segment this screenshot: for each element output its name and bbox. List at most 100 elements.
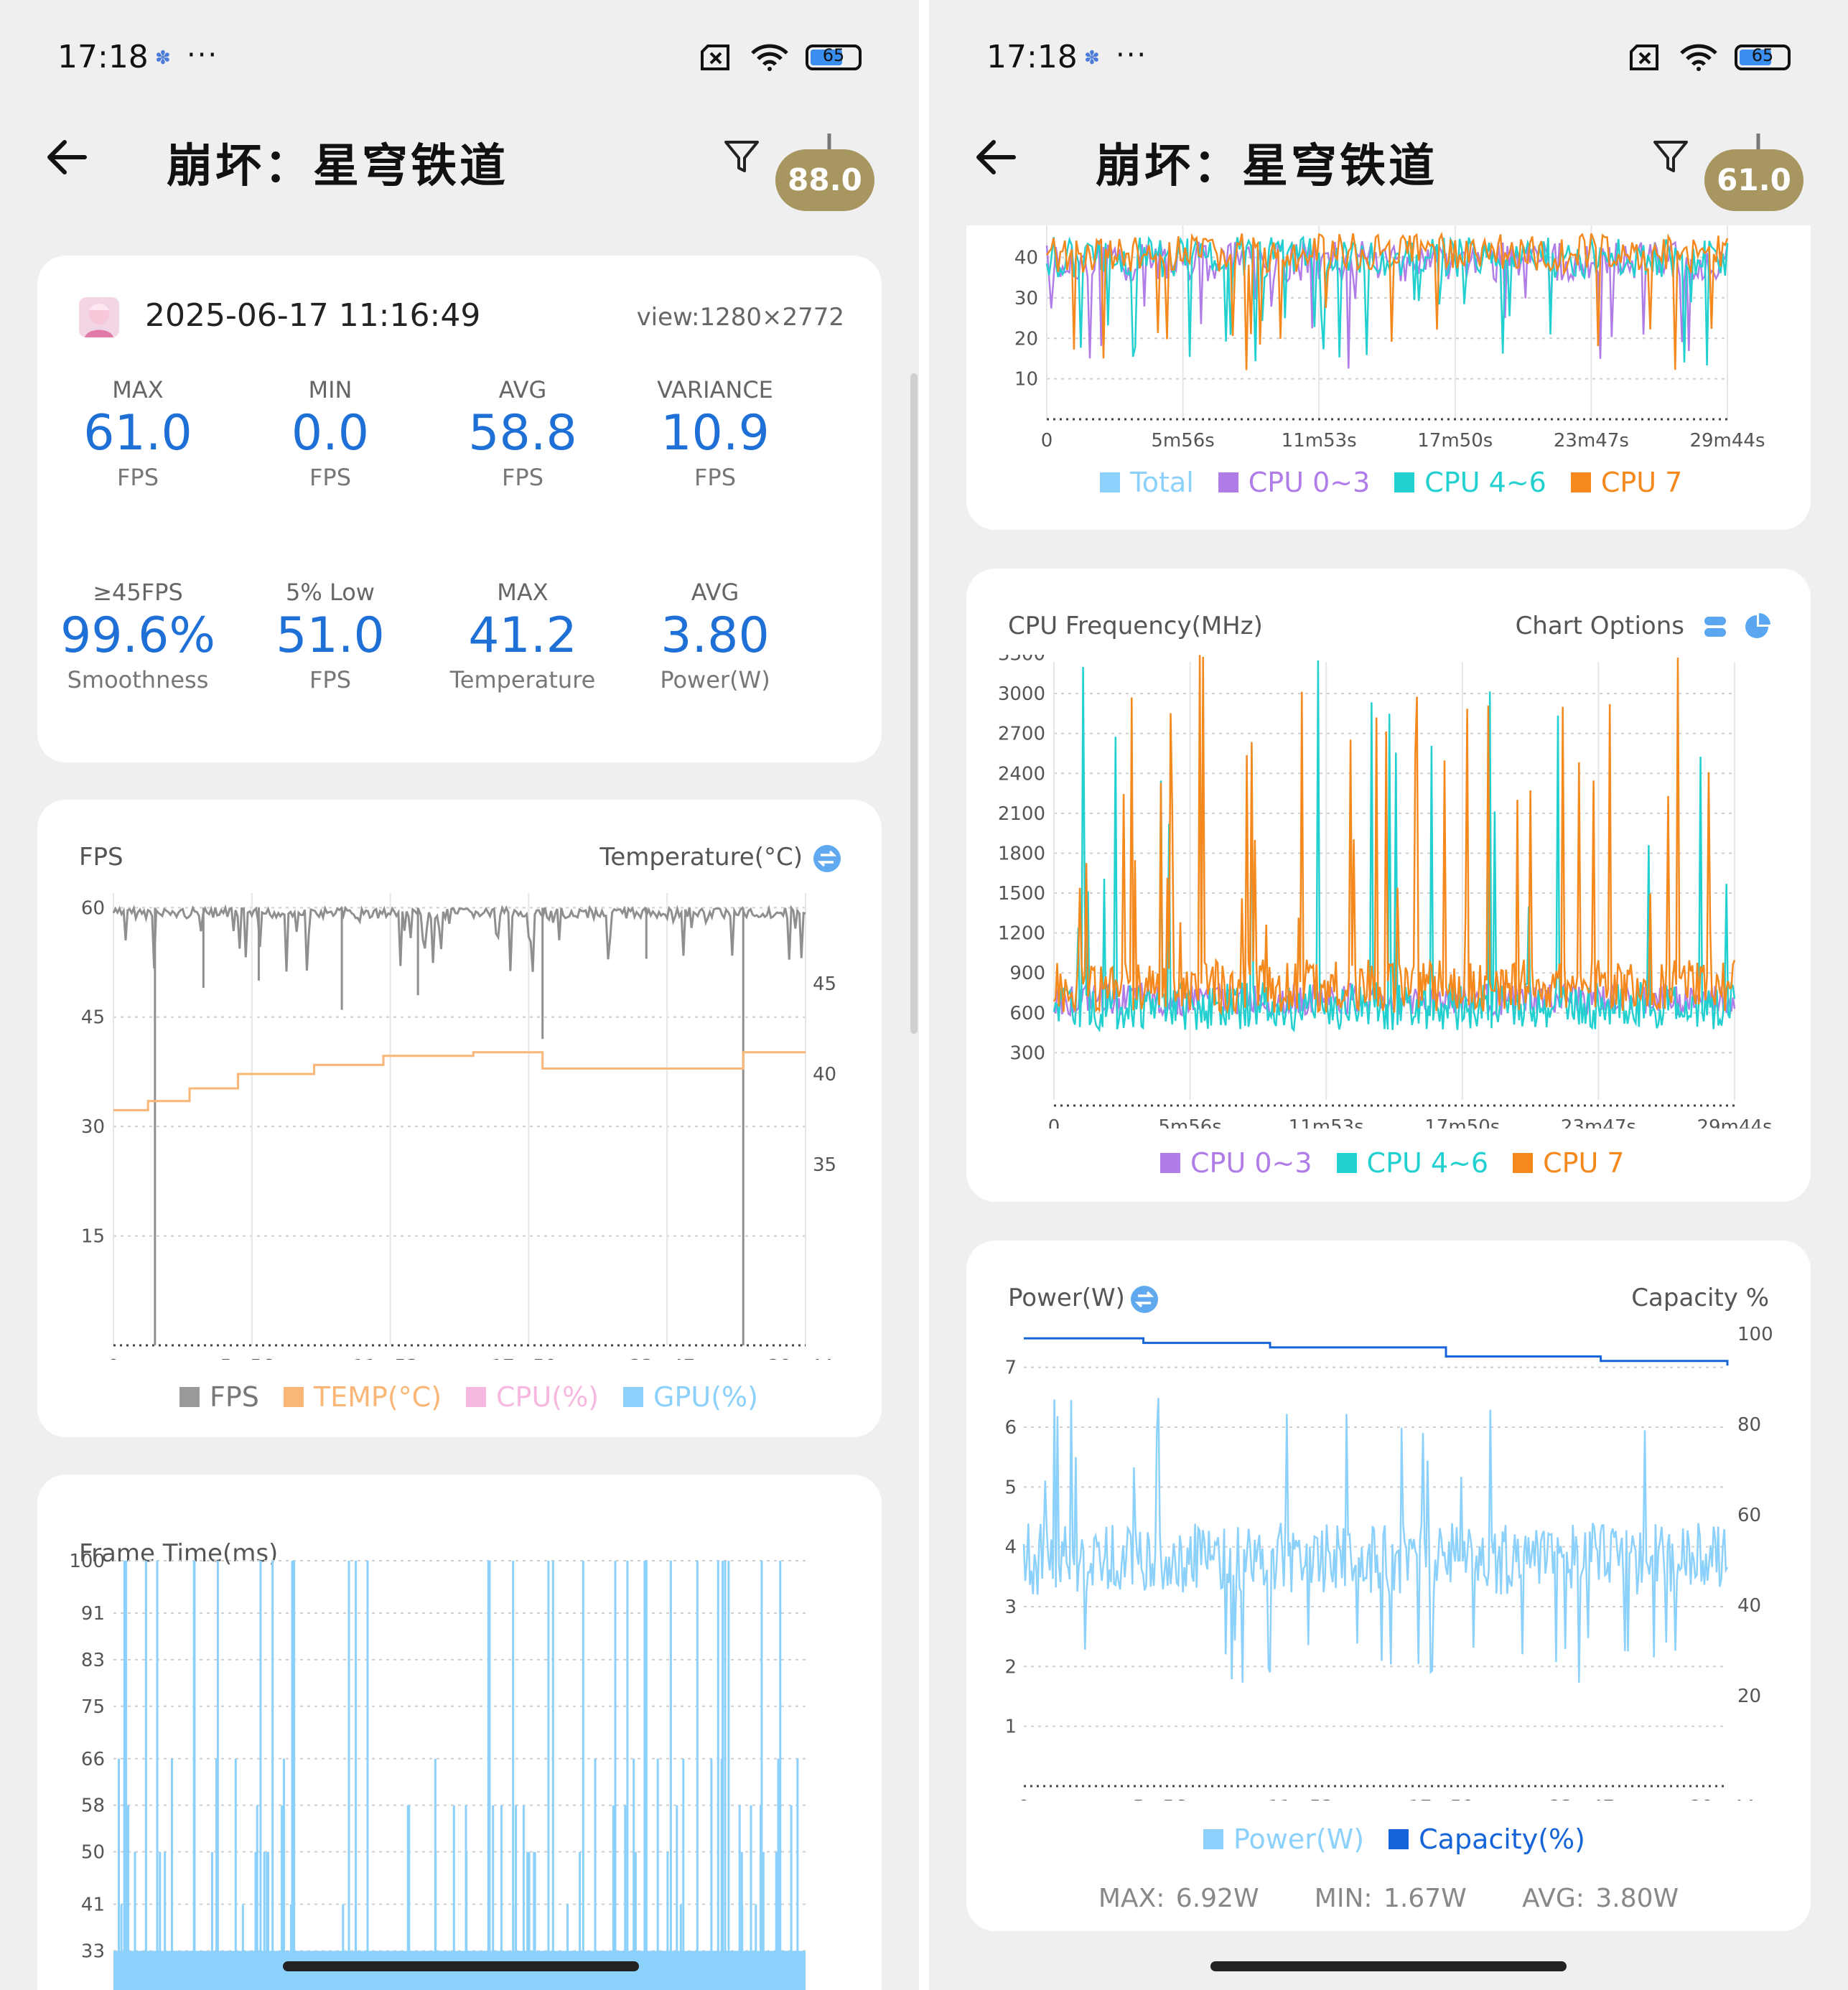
pie-chart-icon[interactable] bbox=[1743, 613, 1770, 640]
y-tick-label: 45 bbox=[81, 1007, 105, 1029]
x-tick-label: 11m53s bbox=[1282, 430, 1357, 452]
legend-item[interactable]: CPU 4~6 bbox=[1336, 1147, 1488, 1179]
legend-item[interactable]: CPU 0~3 bbox=[1160, 1147, 1312, 1179]
legend-swatch bbox=[1203, 1829, 1223, 1849]
stat-unit: Power(W) bbox=[660, 666, 770, 693]
x-tick-label: 29m44s bbox=[1689, 430, 1765, 452]
stat-unit: FPS bbox=[501, 464, 543, 491]
y-tick-label: 5 bbox=[1004, 1477, 1017, 1498]
legend-item[interactable]: FPS bbox=[179, 1381, 259, 1413]
x-tick-label: 0 bbox=[1041, 430, 1053, 452]
legend-item[interactable]: CPU 4~6 bbox=[1394, 467, 1546, 498]
legend-swatch bbox=[466, 1387, 487, 1407]
y-tick-label: 3000 bbox=[998, 683, 1045, 705]
legend-label: CPU 7 bbox=[1543, 1147, 1625, 1179]
legend-label: CPU(%) bbox=[496, 1381, 599, 1413]
fps-chart[interactable]: 60 45 30 15 0 5m56s 11m53s 17m50s 23m47s 29m44s 45… bbox=[37, 886, 882, 1360]
x-tick-label: 5m56s bbox=[220, 1356, 284, 1360]
wifi-icon bbox=[751, 44, 788, 71]
back-arrow-icon[interactable] bbox=[42, 132, 92, 182]
x-tick-label: 29m44s bbox=[1689, 1797, 1765, 1800]
home-indicator[interactable] bbox=[283, 1961, 639, 1971]
summary-card: 2025-06-17 11:16:49 view:1280×2772 MAX 61… bbox=[37, 256, 882, 762]
y-right-tick-label: 40 bbox=[1737, 1595, 1761, 1617]
x-tick-label: 23m47s bbox=[1561, 1116, 1636, 1129]
y-tick-label: 1 bbox=[1004, 1716, 1017, 1738]
stat-item: MAX 61.0 FPS bbox=[45, 376, 231, 491]
battery-icon: 65 bbox=[1735, 45, 1791, 70]
x-tick-label: 11m53s bbox=[1267, 1797, 1343, 1800]
y-right-tick-label: 80 bbox=[1737, 1414, 1761, 1436]
legend-item[interactable]: CPU(%) bbox=[466, 1381, 599, 1413]
title-bar: 崩坏：星穹铁道 88.0 bbox=[0, 122, 919, 211]
stack-layers-icon[interactable] bbox=[1703, 615, 1727, 639]
stat-value: 10.9 bbox=[661, 405, 770, 462]
y-right-tick-label: 60 bbox=[1737, 1505, 1761, 1526]
cpu-usage-chart[interactable]: 50 40 30 20 10 0 5m56s 11m53s 17m50s 23m47s 29m44s bbox=[966, 225, 1811, 455]
score-badge[interactable]: 88.0 bbox=[775, 149, 874, 211]
x-tick-label: 0 bbox=[108, 1356, 120, 1360]
x-tick-label: 23m47s bbox=[630, 1356, 705, 1360]
stat-value: 3.80 bbox=[661, 607, 770, 664]
frametime-spikes bbox=[118, 1561, 799, 1951]
y-right-tick-label: 20 bbox=[1737, 1686, 1761, 1707]
stat-value: 58.8 bbox=[468, 405, 577, 462]
swap-axis-icon[interactable] bbox=[1130, 1285, 1159, 1314]
cpu-usage-card: 50 40 30 20 10 0 5m56s 11m53s 17m50s 23m47s 29m44s… bbox=[966, 225, 1811, 530]
legend-item[interactable]: CPU 7 bbox=[1513, 1147, 1625, 1179]
legend-label: CPU 0~3 bbox=[1190, 1147, 1312, 1179]
cpu-frequency-legend: CPU 0~3 CPU 4~6 CPU 7 bbox=[1160, 1147, 1625, 1179]
legend-swatch bbox=[1100, 472, 1120, 492]
chart-options-label[interactable]: Chart Options bbox=[1516, 612, 1684, 640]
back-arrow-icon[interactable] bbox=[971, 132, 1021, 182]
scrollbar[interactable] bbox=[910, 373, 918, 1034]
power-series-line bbox=[1022, 1398, 1729, 1683]
x-tick-label: 5m56s bbox=[1133, 1797, 1197, 1800]
x-tick-label: 17m50s bbox=[1424, 1116, 1500, 1129]
legend-item[interactable]: Power(W) bbox=[1203, 1823, 1364, 1855]
y-tick-label: 15 bbox=[81, 1226, 105, 1248]
home-indicator[interactable] bbox=[1210, 1961, 1567, 1971]
temperature-axis-title[interactable]: Temperature(°C) bbox=[599, 843, 803, 872]
right-panel: 17:18 ✽ ··· 65 崩坏：星穹铁道 61.0 50 40 30 20 10 0 5… bbox=[929, 0, 1848, 1990]
status-bar: 17:18 ✽ ··· 65 bbox=[0, 0, 919, 115]
filter-icon[interactable] bbox=[722, 136, 762, 177]
stat-item: ≥45FPS 99.6% Smoothness bbox=[45, 579, 231, 693]
power-legend: Power(W) Capacity(%) bbox=[1203, 1823, 1585, 1855]
legend-item[interactable]: Capacity(%) bbox=[1389, 1823, 1585, 1855]
stat-item: MAX 41.2 Temperature bbox=[429, 579, 616, 693]
y-tick-label: 1200 bbox=[998, 923, 1045, 945]
swap-axis-icon[interactable] bbox=[813, 844, 841, 873]
legend-item[interactable]: GPU(%) bbox=[623, 1381, 758, 1413]
y-tick-label: 300 bbox=[1009, 1042, 1045, 1064]
filter-icon[interactable] bbox=[1651, 136, 1691, 177]
fps-card: FPS Temperature(°C) 60 45 30 15 0 5m56s 11m53s… bbox=[37, 800, 882, 1437]
legend-swatch bbox=[1218, 472, 1238, 492]
legend-item[interactable]: Total bbox=[1100, 467, 1194, 498]
cpu-frequency-chart[interactable]: 3300300027002400210018001500120090060030… bbox=[966, 655, 1811, 1129]
capacity-axis-title: Capacity % bbox=[1631, 1284, 1769, 1312]
legend-swatch bbox=[179, 1387, 200, 1407]
score-badge[interactable]: 61.0 bbox=[1704, 149, 1803, 211]
battery-icon: 65 bbox=[806, 45, 862, 70]
stat-label: MAX bbox=[497, 579, 549, 606]
y-tick-label: 2700 bbox=[998, 724, 1045, 745]
legend-item[interactable]: TEMP(°C) bbox=[283, 1381, 442, 1413]
x-tick-label: 23m47s bbox=[1554, 430, 1629, 452]
legend-item[interactable]: CPU 7 bbox=[1570, 467, 1682, 498]
power-card: Power(W) Capacity % 7 6 5 4 3 2 1 100 80 60 40 20 0 5… bbox=[966, 1241, 1811, 1931]
stat-value: 51.0 bbox=[276, 607, 385, 664]
x-tick-label: 0 bbox=[1048, 1116, 1060, 1129]
frametime-chart[interactable]: 10091837566585041332516 bbox=[37, 1554, 882, 1990]
stat-value: 61.0 bbox=[83, 405, 192, 462]
temperature-series-line bbox=[113, 1051, 806, 1111]
legend-label: CPU 4~6 bbox=[1424, 467, 1546, 498]
y-tick-label: 40 bbox=[1014, 248, 1038, 269]
legend-label: Total bbox=[1130, 467, 1194, 498]
x-tick-label: 23m47s bbox=[1549, 1797, 1624, 1800]
y-tick-label: 3 bbox=[1004, 1597, 1017, 1618]
y-tick-label: 30 bbox=[1014, 288, 1038, 309]
legend-item[interactable]: CPU 0~3 bbox=[1218, 467, 1370, 498]
power-chart[interactable]: 7 6 5 4 3 2 1 100 80 60 40 20 0 5m56s 11m53s 17m50s 23m4… bbox=[966, 1327, 1811, 1800]
y-right-tick-label: 100 bbox=[1737, 1327, 1773, 1345]
